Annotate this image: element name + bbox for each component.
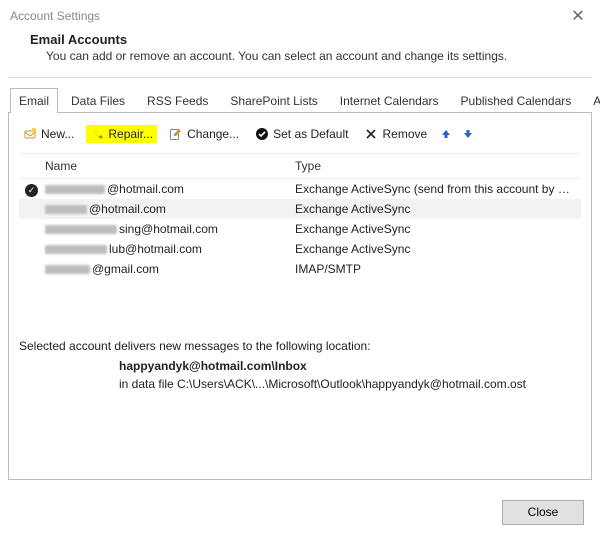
change-button[interactable]: Change... <box>165 125 243 143</box>
panel-email: New... Repair... Change... <box>8 112 592 480</box>
tab-published-calendars[interactable]: Published Calendars <box>452 88 581 113</box>
grid-body: @hotmail.comExchange ActiveSync (send fr… <box>19 179 581 279</box>
new-icon <box>23 127 37 141</box>
delivery-path: in data file C:\Users\ACK\...\Microsoft\… <box>19 375 581 391</box>
repair-icon <box>90 127 104 141</box>
change-icon <box>169 127 183 141</box>
row-type: Exchange ActiveSync <box>289 202 581 216</box>
row-name: lub@hotmail.com <box>39 242 289 256</box>
row-name: @hotmail.com <box>39 202 289 216</box>
arrow-down-icon <box>463 129 473 139</box>
repair-label: Repair... <box>108 127 153 141</box>
repair-button[interactable]: Repair... <box>86 125 157 143</box>
table-row[interactable]: @hotmail.comExchange ActiveSync <box>19 199 581 219</box>
grid-header: Name Type <box>19 154 581 179</box>
move-up-button[interactable] <box>439 127 453 141</box>
close-button[interactable]: Close <box>502 500 584 525</box>
row-type: Exchange ActiveSync <box>289 242 581 256</box>
window-close-button[interactable]: ✕ <box>566 6 590 26</box>
delivery-location: Selected account delivers new messages t… <box>19 279 581 391</box>
titlebar: Account Settings ✕ <box>0 0 600 30</box>
grid-header-type[interactable]: Type <box>289 154 581 178</box>
grid-header-icon <box>19 154 39 178</box>
toolbar: New... Repair... Change... <box>19 123 581 153</box>
tab-internet-calendars[interactable]: Internet Calendars <box>331 88 448 113</box>
tab-rss-feeds[interactable]: RSS Feeds <box>138 88 217 113</box>
tab-sharepoint-lists[interactable]: SharePoint Lists <box>221 88 326 113</box>
header: Email Accounts You can add or remove an … <box>0 30 600 77</box>
tab-address-books[interactable]: Address Books <box>584 88 600 113</box>
tab-data-files[interactable]: Data Files <box>62 88 134 113</box>
grid-header-name[interactable]: Name <box>39 154 289 178</box>
row-type: Exchange ActiveSync <box>289 222 581 236</box>
row-name: @hotmail.com <box>39 182 289 196</box>
row-default-icon <box>19 182 39 197</box>
table-row[interactable]: @hotmail.comExchange ActiveSync (send fr… <box>19 179 581 199</box>
set-default-icon <box>255 127 269 141</box>
row-type: IMAP/SMTP <box>289 262 581 276</box>
header-title: Email Accounts <box>30 32 570 47</box>
set-default-label: Set as Default <box>273 127 348 141</box>
delivery-folder: happyandyk@hotmail.com\Inbox <box>19 353 581 375</box>
remove-label: Remove <box>382 127 427 141</box>
remove-icon <box>364 127 378 141</box>
table-row[interactable]: @gmail.comIMAP/SMTP <box>19 259 581 279</box>
row-name: sing@hotmail.com <box>39 222 289 236</box>
footer: Close <box>0 490 600 539</box>
tab-email[interactable]: Email <box>10 88 58 113</box>
remove-button[interactable]: Remove <box>360 125 431 143</box>
new-label: New... <box>41 127 74 141</box>
content: Email Data Files RSS Feeds SharePoint Li… <box>0 78 600 490</box>
new-button[interactable]: New... <box>19 125 78 143</box>
accounts-grid: Name Type @hotmail.comExchange ActiveSyn… <box>19 153 581 279</box>
header-subtitle: You can add or remove an account. You ca… <box>30 47 570 63</box>
table-row[interactable]: sing@hotmail.comExchange ActiveSync <box>19 219 581 239</box>
arrow-up-icon <box>441 129 451 139</box>
row-type: Exchange ActiveSync (send from this acco… <box>289 182 581 196</box>
delivery-intro: Selected account delivers new messages t… <box>19 339 581 353</box>
table-row[interactable]: lub@hotmail.comExchange ActiveSync <box>19 239 581 259</box>
move-down-button[interactable] <box>461 127 475 141</box>
account-settings-window: Account Settings ✕ Email Accounts You ca… <box>0 0 600 539</box>
row-name: @gmail.com <box>39 262 289 276</box>
window-title: Account Settings <box>10 9 100 23</box>
tabs: Email Data Files RSS Feeds SharePoint Li… <box>8 84 592 113</box>
change-label: Change... <box>187 127 239 141</box>
set-default-button[interactable]: Set as Default <box>251 125 352 143</box>
